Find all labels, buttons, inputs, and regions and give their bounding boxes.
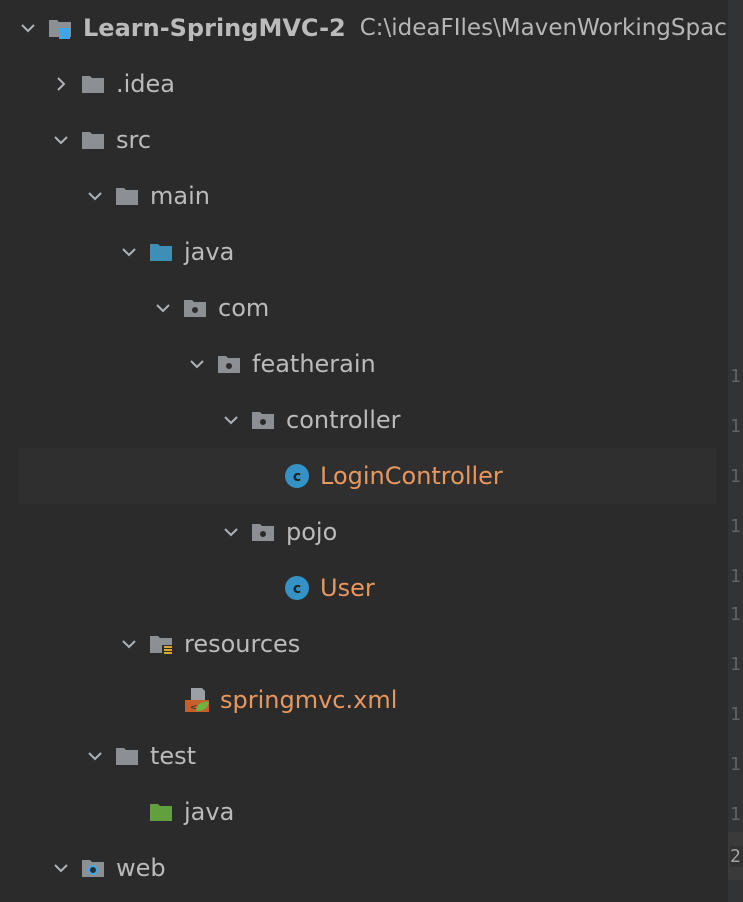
folder-icon	[114, 183, 140, 209]
line-number: 1	[730, 604, 741, 625]
chevron-down-icon[interactable]	[120, 635, 138, 653]
tree-item-label: controller	[286, 406, 401, 434]
tree-row-controller[interactable]: controller	[0, 392, 716, 448]
chevron-down-icon[interactable]	[120, 243, 138, 261]
svg-text:c: c	[293, 469, 301, 485]
tree-row-test[interactable]: test	[0, 728, 716, 784]
tree-row-pojo[interactable]: pojo	[0, 504, 716, 560]
tree-item-label: springmvc.xml	[220, 686, 398, 714]
package-icon	[250, 407, 276, 433]
editor-gutter: 1 1 1 1 1 1 1 1 1 1 2	[728, 0, 743, 902]
test-source-folder-icon	[148, 799, 174, 825]
package-icon	[216, 351, 242, 377]
tree-item-label: .idea	[116, 70, 176, 98]
tree-item-label: java	[184, 798, 235, 826]
tree-item-label: java	[184, 238, 235, 266]
tree-row-com[interactable]: com	[0, 280, 716, 336]
line-number: 1	[730, 654, 741, 675]
project-path: C:\ideaFIles\MavenWorkingSpace2	[359, 15, 743, 41]
line-number: 1	[730, 704, 741, 725]
tree-row-project-root[interactable]: Learn-SpringMVC-2 C:\ideaFIles\MavenWork…	[0, 0, 743, 56]
chevron-down-icon[interactable]	[188, 355, 206, 373]
chevron-down-icon[interactable]	[52, 859, 70, 877]
tree-row-main[interactable]: main	[0, 168, 716, 224]
tree-row-resources[interactable]: resources	[0, 616, 716, 672]
folder-icon	[80, 127, 106, 153]
chevron-down-icon[interactable]	[154, 299, 172, 317]
java-class-icon: c	[284, 575, 310, 601]
tree-row-idea[interactable]: .idea	[0, 56, 716, 112]
chevron-down-icon[interactable]	[222, 523, 240, 541]
line-number: 1	[730, 466, 741, 487]
project-folder-icon	[47, 15, 73, 41]
tree-row-featherain[interactable]: featherain	[0, 336, 716, 392]
svg-text:<: <	[190, 703, 198, 713]
chevron-right-icon[interactable]	[52, 75, 70, 93]
svg-text:c: c	[293, 581, 301, 597]
chevron-down-icon[interactable]	[86, 187, 104, 205]
chevron-down-icon[interactable]	[52, 131, 70, 149]
web-folder-icon	[80, 855, 106, 881]
source-root-folder-icon	[148, 239, 174, 265]
package-icon	[250, 519, 276, 545]
line-number: 1	[730, 516, 741, 537]
tree-item-label: User	[320, 574, 375, 602]
project-tree: Learn-SpringMVC-2 C:\ideaFIles\MavenWork…	[0, 0, 743, 902]
tree-row-logincontroller[interactable]: c LoginController	[18, 448, 716, 504]
resources-folder-icon	[148, 631, 174, 657]
tree-row-src[interactable]: src	[0, 112, 716, 168]
tree-row-user[interactable]: c User	[0, 560, 716, 616]
tree-item-label: LoginController	[320, 462, 503, 490]
folder-icon	[80, 71, 106, 97]
tree-row-springmvc-xml[interactable]: < springmvc.xml	[0, 672, 716, 728]
line-number: 1	[730, 416, 741, 437]
tree-item-label: web	[116, 854, 166, 882]
chevron-down-icon[interactable]	[86, 747, 104, 765]
tree-item-label: test	[150, 742, 197, 770]
tree-item-label: featherain	[252, 350, 376, 378]
java-class-icon: c	[284, 463, 310, 489]
spring-xml-icon: <	[184, 687, 210, 713]
line-number: 1	[730, 566, 741, 587]
tree-item-label: main	[150, 182, 210, 210]
tree-row-web[interactable]: web	[0, 840, 716, 896]
tree-item-label: src	[116, 126, 152, 154]
tree-item-label: com	[218, 294, 270, 322]
folder-icon	[114, 743, 140, 769]
tree-item-label: resources	[184, 630, 301, 658]
line-number: 1	[730, 804, 741, 825]
tree-row-test-java[interactable]: java	[0, 784, 716, 840]
package-icon	[182, 295, 208, 321]
line-number: 1	[730, 754, 741, 775]
chevron-down-icon[interactable]	[222, 411, 240, 429]
line-number-current: 2	[730, 846, 743, 867]
project-name: Learn-SpringMVC-2	[83, 14, 346, 42]
tree-item-label: pojo	[286, 518, 338, 546]
line-number: 1	[730, 366, 741, 387]
tree-row-main-java[interactable]: java	[0, 224, 716, 280]
chevron-down-icon[interactable]	[19, 19, 37, 37]
